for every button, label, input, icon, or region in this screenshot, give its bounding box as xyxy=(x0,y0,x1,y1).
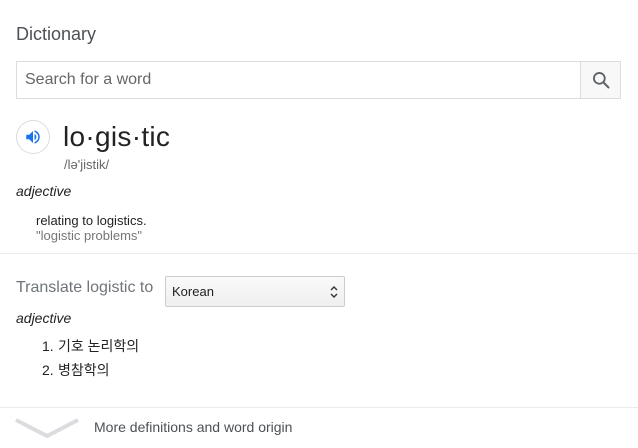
phonetic-spelling: /lə'jistik/ xyxy=(64,157,110,172)
translation-text: 병참학의 xyxy=(58,362,110,378)
translate-label: Translate logistic to xyxy=(16,279,154,296)
search-icon xyxy=(592,72,609,89)
chevron-down-icon[interactable] xyxy=(14,416,80,440)
translation-item: 2. 병참학의 xyxy=(42,360,110,380)
part-of-speech: adjective xyxy=(16,183,72,199)
divider xyxy=(0,253,638,254)
headword: lo·gis·tic xyxy=(63,121,171,152)
more-definitions-link[interactable]: More definitions and word origin xyxy=(94,419,292,435)
dictionary-card: Dictionary lo·gis·tic /lə'jistik/ adject… xyxy=(0,0,638,448)
search-input[interactable] xyxy=(17,62,581,98)
pronunciation-button[interactable] xyxy=(16,120,50,154)
definition-example: "logistic problems" xyxy=(36,228,143,243)
search-button[interactable] xyxy=(580,62,620,98)
translation-number: 2. xyxy=(42,362,54,378)
section-title: Dictionary xyxy=(16,24,97,44)
language-select[interactable]: Korean xyxy=(165,276,345,307)
speaker-icon xyxy=(26,130,40,144)
search-box xyxy=(16,61,621,99)
translation-text: 기호 논리학의 xyxy=(58,338,140,354)
translation-number: 1. xyxy=(42,338,54,354)
divider xyxy=(0,407,638,408)
select-arrows-icon xyxy=(330,286,338,298)
definition-text: relating to logistics. xyxy=(36,213,147,228)
translation-item: 1. 기호 논리학의 xyxy=(42,336,139,356)
translation-part-of-speech: adjective xyxy=(16,310,72,326)
language-select-value: Korean xyxy=(172,284,214,299)
